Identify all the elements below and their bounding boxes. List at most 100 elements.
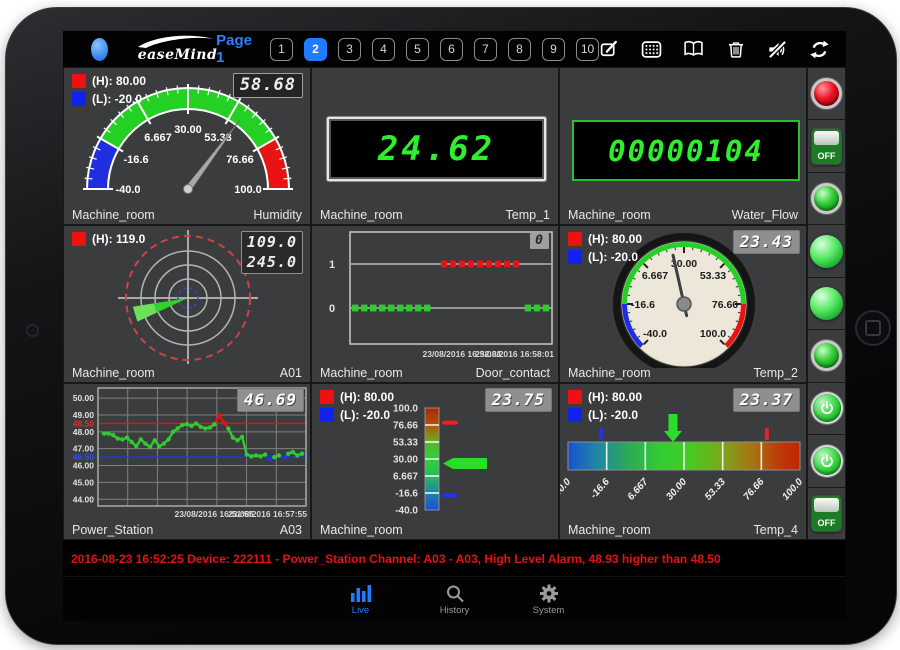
page-button-3[interactable]: 3 [338,38,361,61]
page-button-9[interactable]: 9 [542,38,565,61]
svg-text:53.33: 53.33 [393,438,418,449]
high-limit-swatch [568,390,582,404]
svg-text:53.33: 53.33 [700,270,726,282]
panel-temp4-hbar[interactable]: -40.0-16.66.66730.0053.3376.66100.0 (H):… [559,383,807,540]
stage: easeMind Page 1 12345678910 -40.0-16.66.… [0,0,900,650]
home-button[interactable] [855,310,891,346]
svg-text:76.66: 76.66 [712,299,738,311]
panel-temp3-vbar[interactable]: 100.076.6653.3330.006.667-16.6-40.0 (H):… [311,383,559,540]
page-button-1[interactable]: 1 [270,38,293,61]
page-label: Page 1 [216,32,252,66]
green-light-rimmed-2[interactable] [811,183,842,214]
off-switch-1[interactable]: OFF [811,128,842,165]
svg-text:48.00: 48.00 [73,427,95,437]
panel-humidity-gauge[interactable]: -40.0-16.66.66730.0053.3376.66100.0 (H):… [63,67,311,225]
lcd-display: 24.62 [327,117,546,181]
power-button-7[interactable] [813,447,841,475]
limits-legend: (H): 80.00 (L): -20.0 [568,390,642,426]
nav-item-system[interactable]: System [523,584,575,616]
svg-text:46.00: 46.00 [73,461,95,471]
off-switch-8[interactable]: OFF [811,495,842,532]
panel-a03-trend-chart[interactable]: 50.0049.0048.5048.0047.0046.5046.0045.00… [63,383,311,540]
switch-label: OFF [812,151,841,161]
high-limit-swatch [72,74,86,88]
channel-label: Water_Flow [732,208,798,222]
device-label: Machine_room [568,523,651,537]
low-limit-swatch [568,408,582,422]
panel-temp1-display[interactable]: 24.62 Machine_room Temp_1 [311,67,559,225]
page-button-7[interactable]: 7 [474,38,497,61]
counter-display: 00000104 [572,120,800,181]
side-cell-1: OFF [808,120,845,172]
svg-text:-16.6: -16.6 [123,154,148,166]
page-button-2[interactable]: 2 [304,38,327,61]
page-button-4[interactable]: 4 [372,38,395,61]
value-display: 58.68 [233,73,303,98]
channel-label: Humidity [253,208,302,222]
status-dot[interactable] [91,38,108,61]
refresh-icon[interactable] [809,39,830,60]
limits-legend: (H): 80.00 (L): -20.0 [320,390,394,426]
tablet-frame: easeMind Page 1 12345678910 -40.0-16.66.… [5,7,897,645]
panel-waterflow-counter[interactable]: 00000104 Machine_room Water_Flow [559,67,807,225]
green-light-rimmed-5[interactable] [811,340,842,371]
side-cell-2 [808,173,845,225]
svg-text:23/08/2016 16:57:55: 23/08/2016 16:57:55 [228,509,307,519]
svg-text:100.0: 100.0 [393,404,418,415]
side-cell-0 [808,68,845,120]
book-icon[interactable] [683,39,704,60]
toolbar: easeMind Page 1 12345678910 [63,31,846,67]
svg-text:100.0: 100.0 [780,476,805,502]
svg-text:53.33: 53.33 [703,476,728,502]
high-limit-swatch [320,390,334,404]
power-button-6[interactable] [813,394,841,422]
device-label: Machine_room [320,366,403,380]
switch-label: OFF [812,518,841,528]
app-screen: easeMind Page 1 12345678910 -40.0-16.66.… [63,31,846,621]
svg-text:6.667: 6.667 [144,132,172,144]
edit-icon[interactable] [599,39,620,60]
high-limit-swatch [72,232,86,246]
low-limit-swatch [72,92,86,106]
value-display: 0 [530,233,549,249]
panel-a01-radar[interactable]: (H): 119.0 109.0 245.0 Machine_room A01 [63,225,311,383]
mute-icon[interactable] [767,39,788,60]
svg-text:76.66: 76.66 [742,476,767,502]
low-limit-swatch [568,250,582,264]
svg-text:-40.0: -40.0 [643,328,667,340]
page-button-6[interactable]: 6 [440,38,463,61]
side-cell-3 [808,225,845,277]
svg-text:-40.0: -40.0 [560,476,574,501]
svg-text:100.0: 100.0 [700,328,726,340]
alarm-bar: 2016-08-23 16:52:25 Device: 222111 - Pow… [63,541,846,576]
page-button-10[interactable]: 10 [576,38,599,61]
nav-label: System [533,605,565,616]
page-button-8[interactable]: 8 [508,38,531,61]
side-cell-6 [808,383,845,435]
panel-temp2-gauge[interactable]: -40.0-16.66.66730.0053.3376.66100.0 (H):… [559,225,807,383]
green-light-4[interactable] [810,287,843,320]
limits-legend: (H): 80.00 (L): -20.0 [568,232,642,268]
switch-cap [814,131,839,145]
nav-label: History [440,605,470,616]
nav-item-live[interactable]: Live [335,584,387,616]
low-limit-swatch [320,408,334,422]
device-label: Machine_room [72,208,155,222]
svg-text:-40.0: -40.0 [115,184,140,196]
page-button-5[interactable]: 5 [406,38,429,61]
panel-door-step-chart[interactable]: 1023/08/2016 16:52:3123/08/2016 16:58:01… [311,225,559,383]
green-light-3[interactable] [810,235,843,268]
home-button-glyph [865,320,881,336]
value-display: 46.69 [237,388,304,412]
side-cell-7 [808,435,845,487]
channel-label: A01 [280,366,302,380]
page-buttons: 123456789 10 [270,38,599,61]
svg-text:44.00: 44.00 [73,494,95,504]
gear-icon [539,584,559,603]
limits-legend: (H): 80.00 (L): -20.0 [72,74,146,110]
trash-icon[interactable] [725,39,746,60]
keypad-icon[interactable] [641,39,662,60]
red-light-0[interactable] [811,78,842,109]
svg-text:-16.6: -16.6 [588,476,612,501]
nav-item-history[interactable]: History [429,584,481,616]
